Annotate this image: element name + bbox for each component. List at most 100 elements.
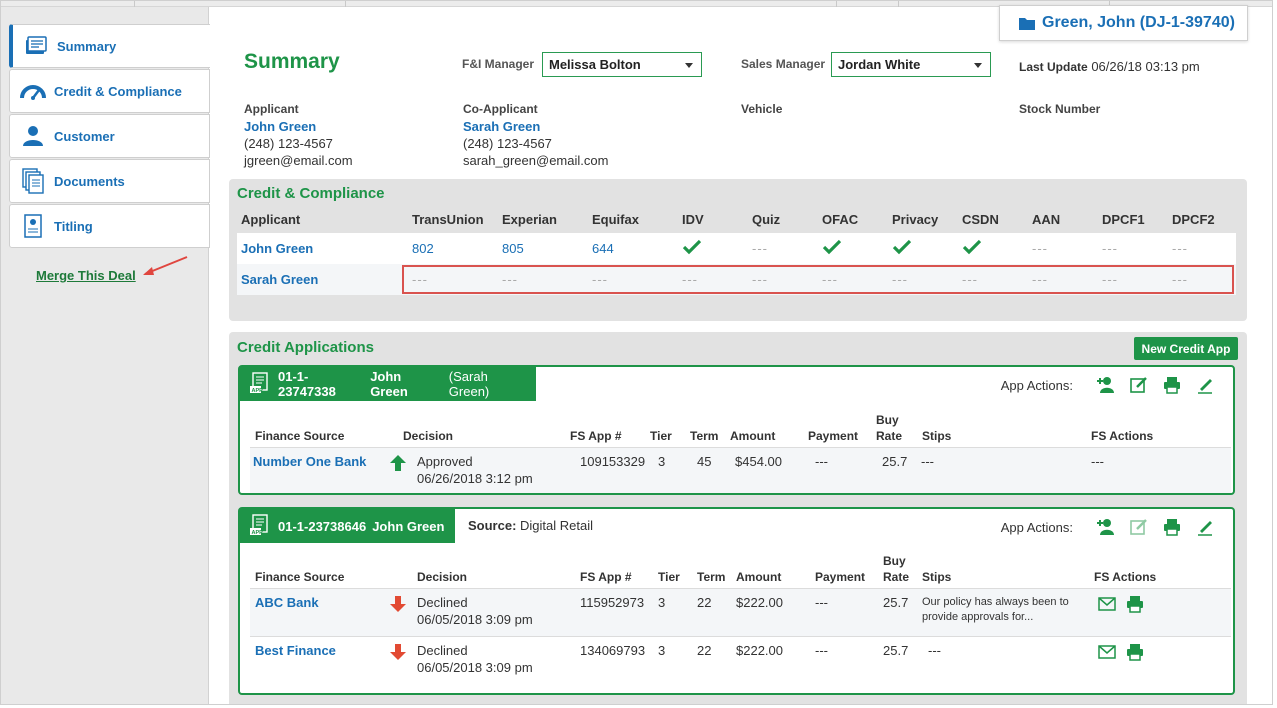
column-header: FS Actions	[1094, 570, 1157, 584]
sidebar-item-label: Credit & Compliance	[54, 83, 182, 99]
sidebar-item-summary[interactable]: Summary	[9, 24, 210, 68]
sidebar-item-titling[interactable]: Titling	[9, 204, 210, 248]
amount-value: $222.00	[736, 643, 783, 658]
credit-app-header[interactable]: APP 01-1-23738646 John Green	[240, 509, 455, 543]
svg-text:APP: APP	[252, 388, 264, 394]
transunion-score[interactable]: 802	[412, 241, 434, 256]
application-icon: APP	[250, 513, 270, 539]
applicant-label: Applicant	[244, 102, 299, 116]
sidebar-item-credit-compliance[interactable]: Credit & Compliance	[9, 69, 210, 113]
column-header: DPCF2	[1172, 212, 1215, 227]
sidebar-item-customer[interactable]: Customer	[9, 114, 210, 158]
buy-rate-value: 25.7	[883, 595, 909, 610]
column-header: Stips	[922, 429, 952, 443]
finance-source-link[interactable]: Number One Bank	[253, 453, 366, 470]
co-applicant-phone: (248) 123-4567	[463, 136, 552, 151]
sidebar-item-label: Titling	[54, 218, 93, 234]
page-title: Summary	[244, 50, 340, 73]
deal-label: Green, John (DJ-1-39740)	[1042, 14, 1235, 31]
sign-pen-icon[interactable]	[1195, 375, 1215, 395]
stips-value: Our policy has always been to provide ap…	[922, 596, 1069, 623]
app-co-applicant: (Sarah Green)	[448, 369, 490, 399]
add-user-icon[interactable]	[1096, 375, 1116, 395]
sidebar-item-label: Summary	[57, 38, 117, 54]
payment-value: ---	[815, 595, 828, 610]
user-icon	[20, 123, 46, 149]
print-icon[interactable]	[1162, 375, 1182, 395]
vehicle-info: Vehicle	[741, 101, 782, 118]
edit-icon[interactable]	[1129, 375, 1149, 395]
source-value: Digital Retail	[520, 518, 594, 533]
finance-source-link[interactable]: Best Finance	[255, 642, 336, 659]
amount-value: $454.00	[735, 454, 782, 469]
check-icon	[682, 239, 702, 258]
last-update-value: 06/26/18 03:13 pm	[1091, 59, 1200, 74]
applicant-phone: (248) 123-4567	[244, 136, 333, 151]
app-actions: App Actions:	[1001, 517, 1215, 537]
column-header: TransUnion	[412, 212, 484, 227]
deal-tag[interactable]: Green, John (DJ-1-39740)	[999, 5, 1248, 41]
credit-app-header[interactable]: APP 01-1-23747338 John Green (Sarah Gree…	[240, 367, 536, 401]
co-applicant-info: Co-Applicant Sarah Green (248) 123-4567 …	[463, 101, 608, 169]
dpcf2-value: ---	[1172, 241, 1188, 256]
merge-deal-link[interactable]: Merge This Deal	[36, 268, 136, 283]
co-applicant-name[interactable]: Sarah Green	[463, 118, 608, 135]
decision-status: Declined	[417, 643, 468, 658]
column-header: Quiz	[752, 212, 781, 227]
print-icon[interactable]	[1126, 595, 1144, 617]
column-header: IDV	[682, 212, 704, 227]
column-header: FS Actions	[1091, 429, 1154, 443]
row-divider	[250, 636, 1231, 637]
co-applicant-label: Co-Applicant	[463, 102, 538, 116]
stips-value: ---	[928, 643, 941, 658]
applicant-info: Applicant John Green (248) 123-4567 jgre…	[244, 101, 353, 169]
row-divider	[250, 447, 1231, 448]
svg-text:APP: APP	[252, 530, 264, 536]
tier-value: 3	[658, 454, 666, 469]
payment-value: ---	[815, 643, 828, 658]
edit-icon[interactable]	[1129, 517, 1149, 537]
fi-manager-value: Melissa Bolton	[549, 57, 641, 72]
declined-arrow-icon	[390, 644, 406, 664]
fi-manager-select[interactable]: Melissa Bolton	[542, 52, 702, 77]
credit-compliance-title: Credit & Compliance	[237, 185, 385, 202]
buy-rate-value: 25.7	[882, 454, 908, 469]
column-header: Privacy	[892, 212, 939, 227]
approved-arrow-icon	[390, 455, 406, 475]
check-icon	[822, 239, 842, 258]
finance-source-link[interactable]: ABC Bank	[255, 594, 319, 611]
app-id: 01-1-23738646	[278, 518, 367, 534]
column-header: Decision	[417, 570, 468, 584]
add-user-icon[interactable]	[1096, 517, 1116, 537]
credit-app-card: APP 01-1-23747338 John Green (Sarah Gree…	[238, 365, 1235, 495]
email-icon[interactable]	[1098, 645, 1116, 663]
chevron-down-icon	[974, 63, 982, 68]
print-icon[interactable]	[1126, 643, 1144, 665]
column-header: Payment	[815, 570, 866, 584]
equifax-score[interactable]: 644	[592, 241, 614, 256]
applicant-name-link[interactable]: Sarah Green	[241, 272, 318, 287]
app-actions: App Actions:	[1001, 375, 1215, 395]
applicant-name-link[interactable]: John Green	[241, 241, 313, 256]
new-credit-app-button[interactable]: New Credit App	[1134, 337, 1238, 360]
column-header: Buy	[876, 413, 899, 427]
sidebar-item-documents[interactable]: Documents	[9, 159, 210, 203]
app-actions-label: App Actions:	[1000, 519, 1073, 535]
fi-manager-label: F&I Manager	[462, 57, 535, 71]
experian-score[interactable]: 805	[502, 241, 524, 256]
sign-pen-icon[interactable]	[1195, 517, 1215, 537]
app-source: Source: Digital Retail	[468, 518, 593, 533]
column-header: Amount	[730, 429, 776, 443]
column-header: Finance Source	[255, 570, 345, 584]
column-header: Term	[690, 429, 719, 443]
column-header: Payment	[808, 429, 859, 443]
tier-value: 3	[658, 643, 666, 658]
last-update: Last Update 06/26/18 03:13 pm	[1019, 59, 1200, 74]
applicant-name[interactable]: John Green	[244, 118, 353, 135]
sales-manager-select[interactable]: Jordan White	[831, 52, 991, 77]
print-icon[interactable]	[1162, 517, 1182, 537]
email-icon[interactable]	[1098, 597, 1116, 615]
application-icon: APP	[250, 371, 270, 397]
decision-date: 06/26/2018 3:12 pm	[417, 471, 533, 486]
check-icon	[892, 239, 912, 258]
